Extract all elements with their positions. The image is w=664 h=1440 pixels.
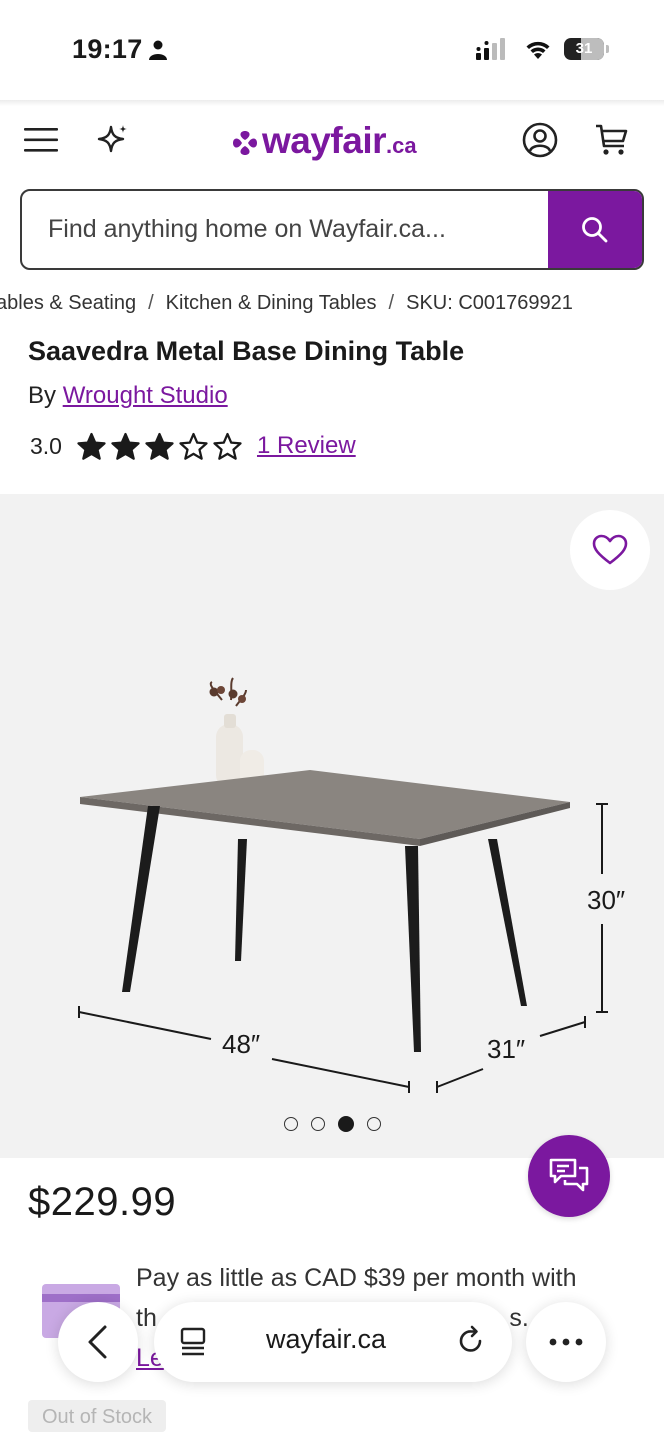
reviews-link[interactable]: 1 Review	[257, 432, 356, 460]
depth-dimension-label: 31″	[487, 1034, 525, 1064]
financing-line-1: Pay as little as CAD $39 per month with	[136, 1264, 577, 1292]
battery-tip	[606, 45, 609, 53]
reload-icon[interactable]	[454, 1324, 488, 1358]
star-empty-icon	[213, 432, 242, 460]
search-icon	[582, 216, 608, 242]
wifi-icon	[524, 38, 552, 65]
gallery-dot[interactable]	[338, 1116, 354, 1132]
breadcrumb: Tables & Seating / Kitchen & Dining Tabl…	[0, 290, 664, 320]
browser-back-button[interactable]	[58, 1302, 138, 1382]
chat-icon	[549, 1158, 589, 1192]
chat-button[interactable]	[528, 1135, 610, 1217]
breadcrumb-separator: /	[148, 292, 154, 314]
menu-icon[interactable]	[22, 124, 62, 156]
width-dimension-label: 48″	[222, 1029, 260, 1059]
gallery-dot[interactable]	[284, 1117, 298, 1131]
by-label: By	[28, 382, 57, 409]
gallery-dot[interactable]	[311, 1117, 325, 1131]
rating-value: 3.0	[30, 432, 62, 459]
product-title: Saavedra Metal Base Dining Table	[28, 336, 465, 366]
battery-level: 31	[575, 40, 593, 57]
height-dimension-label: 30″	[587, 885, 625, 915]
breadcrumb-item-sku: SKU: C001769921	[406, 292, 573, 314]
breadcrumb-item-tables-seating[interactable]: Tables & Seating	[0, 292, 136, 315]
cart-icon[interactable]	[592, 120, 632, 160]
account-icon[interactable]	[520, 120, 560, 160]
browser-url: wayfair.ca	[266, 1324, 387, 1354]
search-button[interactable]	[548, 191, 642, 268]
star-filled-icon	[111, 432, 140, 460]
star-filled-icon	[77, 432, 106, 460]
product-byline: By Wrought Studio	[28, 382, 228, 410]
site-header: wayfair .ca	[0, 106, 664, 176]
gallery-pagination	[284, 1116, 381, 1132]
wayfair-pinwheel-icon	[233, 131, 257, 155]
star-filled-icon	[145, 432, 174, 460]
gallery-dot[interactable]	[367, 1117, 381, 1131]
product-image-gallery[interactable]: 48″ 31″ 30″	[0, 494, 664, 1158]
sparkle-icon[interactable]	[94, 122, 132, 160]
status-bar: 19:17 31	[0, 0, 664, 100]
star-empty-icon	[179, 432, 208, 460]
signal-icon	[476, 38, 510, 65]
browser-more-button[interactable]	[526, 1302, 606, 1382]
rating-row: 3.0 1 Review	[30, 428, 356, 464]
brand-link[interactable]: Wrought Studio	[63, 382, 228, 409]
person-icon	[148, 40, 168, 65]
more-dots-icon	[549, 1338, 583, 1346]
status-time: 19:17	[72, 34, 143, 64]
breadcrumb-item-kitchen-dining-tables[interactable]: Kitchen & Dining Tables	[166, 292, 377, 315]
chevron-left-icon	[88, 1325, 107, 1359]
product-image: 48″ 31″ 30″	[78, 677, 625, 1093]
breadcrumb-separator: /	[388, 292, 395, 314]
wayfair-logo[interactable]: wayfair .ca	[230, 120, 417, 162]
stock-status-badge: Out of Stock	[28, 1400, 167, 1432]
product-price: $229.99	[28, 1180, 177, 1224]
battery-icon: 31	[564, 38, 604, 60]
favorite-button[interactable]	[570, 510, 650, 590]
heart-icon	[592, 534, 628, 565]
star-rating	[76, 432, 243, 461]
dimension-lines	[78, 803, 608, 1093]
tabs-icon[interactable]	[178, 1326, 210, 1358]
search-input[interactable]	[22, 191, 550, 268]
logo-tld: .ca	[386, 133, 417, 158]
browser-address-bar[interactable]: wayfair.ca	[154, 1302, 512, 1382]
browser-toolbar: wayfair.ca	[0, 1292, 664, 1392]
logo-word: wayfair	[262, 120, 387, 161]
search-bar	[20, 189, 644, 270]
